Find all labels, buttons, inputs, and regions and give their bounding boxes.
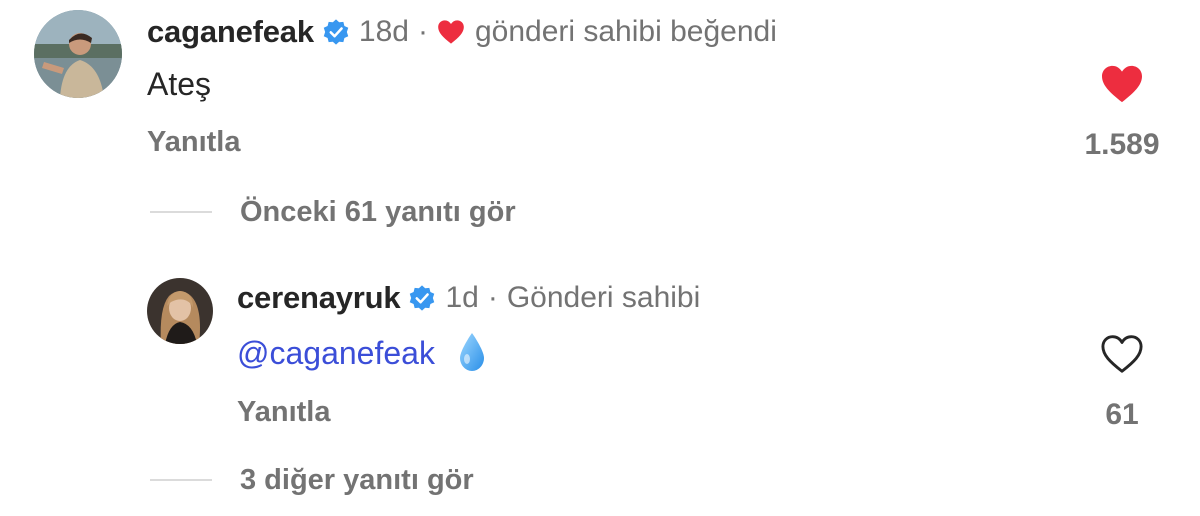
separator-dot: · (487, 281, 498, 314)
avatar[interactable] (34, 10, 122, 98)
droplet-icon (457, 332, 487, 372)
verified-badge-icon (408, 284, 436, 312)
reply-button[interactable]: Yanıtla (237, 396, 331, 429)
liked-by-author-label: gönderi sahibi beğendi (474, 15, 777, 48)
comment-meta: caganefeak 18d · gönderi sahibi beğendi (147, 12, 777, 52)
comment-text: Ateş (147, 66, 212, 102)
author-label: Gönderi sahibi (506, 281, 701, 314)
comment-caganefeak: caganefeak 18d · gönderi sahibi beğendi … (0, 0, 1200, 240)
avatar-photo-icon (34, 10, 122, 98)
avatar-photo-icon (147, 278, 213, 344)
username[interactable]: caganefeak (147, 14, 314, 50)
mention-link[interactable]: @caganefeak (237, 335, 435, 371)
view-replies-label: Önceki 61 yanıtı gör (240, 195, 516, 228)
divider-line (150, 211, 212, 213)
like-heart-icon[interactable] (1100, 64, 1144, 104)
timestamp: 1d (445, 281, 479, 314)
like-heart-icon[interactable] (1100, 334, 1144, 374)
view-replies-label: 3 diğer yanıtı gör (240, 463, 474, 496)
like-group: 1.589 (1078, 64, 1166, 162)
timestamp: 18d (358, 15, 409, 48)
reply-button[interactable]: Yanıtla (147, 126, 241, 159)
avatar[interactable] (147, 278, 213, 344)
comment-meta: cerenayruk 1d · Gönderi sahibi (237, 278, 700, 318)
like-count: 1.589 (1084, 128, 1160, 161)
separator-dot: · (417, 15, 428, 48)
view-more-replies-button[interactable]: 3 diğer yanıtı gör (150, 460, 474, 500)
heart-icon (437, 19, 465, 45)
comment-text: @caganefeak (237, 332, 487, 372)
username[interactable]: cerenayruk (237, 280, 401, 316)
comment-cerenayruk: cerenayruk 1d · Gönderi sahibi @caganefe… (0, 260, 1200, 516)
verified-badge-icon (322, 18, 350, 46)
view-previous-replies-button[interactable]: Önceki 61 yanıtı gör (150, 192, 516, 232)
divider-line (150, 479, 212, 481)
like-group: 61 (1078, 334, 1166, 432)
like-count: 61 (1105, 398, 1139, 431)
